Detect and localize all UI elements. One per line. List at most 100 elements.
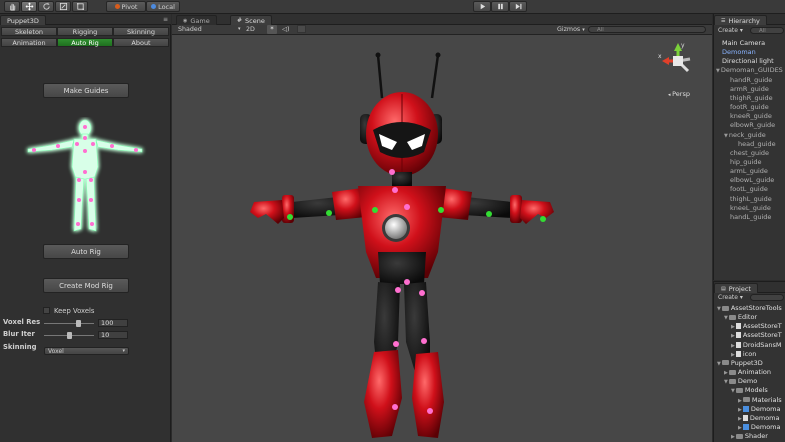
create-mod-rig-button[interactable]: Create Mod Rig [43, 278, 129, 293]
expand-arrow-icon[interactable]: ▶ [738, 407, 742, 413]
hierarchy-item[interactable]: kneeR_guide [730, 112, 772, 120]
expand-arrow-icon[interactable]: ▶ [731, 333, 735, 339]
scene-guide-chest[interactable] [404, 204, 410, 210]
hierarchy-item[interactable]: thighR_guide [730, 94, 773, 102]
hierarchy-item[interactable]: Directional light [722, 57, 774, 65]
mode-about[interactable]: About [113, 38, 169, 47]
scene-guide-elbow-l[interactable] [326, 210, 332, 216]
2d-toggle[interactable]: 2D [246, 26, 255, 33]
mode-auto-rig[interactable]: Auto Rig [57, 38, 113, 47]
scene-guide-knee-r[interactable] [421, 338, 427, 344]
hand-tool-button[interactable] [4, 1, 20, 12]
scene-guide-elbow-r[interactable] [486, 211, 492, 217]
expand-arrow-icon[interactable]: ▼ [717, 306, 721, 312]
mode-skinning[interactable]: Skinning [113, 27, 169, 36]
hierarchy-item[interactable]: elbowL_guide [730, 176, 774, 184]
hierarchy-item[interactable]: ▼Demoman_GUIDES [716, 66, 783, 74]
tab-project[interactable]: ▤ Project [714, 283, 758, 293]
keep-voxels-checkbox[interactable] [43, 307, 50, 314]
hierarchy-item[interactable]: head_guide [738, 140, 776, 148]
expand-arrow-icon[interactable]: ▶ [731, 352, 735, 358]
scene-search-input[interactable]: All [588, 26, 706, 33]
expand-arrow-icon[interactable]: ▶ [738, 416, 742, 422]
pivot-toggle[interactable]: Pivot [106, 1, 146, 12]
gizmo-center-cube[interactable] [673, 56, 683, 66]
orientation-gizmo[interactable]: y x [658, 41, 698, 81]
scene-guide-shoulder-r[interactable] [438, 207, 444, 213]
hierarchy-item[interactable]: thighL_guide [730, 195, 772, 203]
gizmos-dropdown[interactable]: Gizmos ▾ [557, 26, 585, 33]
project-create-button[interactable]: Create ▾ [718, 294, 743, 301]
scene-guide-foot-r[interactable] [427, 408, 433, 414]
hierarchy-item[interactable]: Main Camera [722, 39, 765, 47]
rect-tool-button[interactable] [72, 1, 88, 12]
project-item[interactable]: ▼ Puppet3D [717, 359, 763, 367]
hierarchy-create-button[interactable]: Create ▾ [718, 27, 743, 34]
expand-arrow-icon[interactable]: ▼ [716, 68, 720, 74]
auto-rig-button[interactable]: Auto Rig [43, 244, 129, 259]
scene-guide-shoulder-l[interactable] [372, 207, 378, 213]
expand-arrow-icon[interactable]: ▶ [731, 434, 735, 440]
project-item[interactable]: ▼ Models [731, 386, 768, 394]
play-button[interactable] [473, 1, 491, 12]
hierarchy-item[interactable]: handL_guide [730, 213, 771, 221]
move-tool-button[interactable] [21, 1, 37, 12]
make-guides-button[interactable]: Make Guides [43, 83, 129, 98]
mode-rigging[interactable]: Rigging [57, 27, 113, 36]
hierarchy-item[interactable]: elbowR_guide [730, 121, 775, 129]
panel-menu-icon[interactable]: ≡ [163, 16, 168, 23]
project-item[interactable]: ▶ AssetStoreT [731, 322, 782, 330]
scene-guide-knee-l[interactable] [393, 341, 399, 347]
audio-toggle-icon[interactable]: ◁) [282, 25, 290, 33]
scene-viewport[interactable]: y x ◂ Persp [172, 35, 712, 442]
shading-mode-dropdown[interactable]: Shaded ▾ [178, 26, 241, 33]
expand-arrow-icon[interactable]: ▶ [724, 370, 728, 376]
tab-hierarchy[interactable]: ☰ Hierarchy [714, 15, 767, 25]
hierarchy-item[interactable]: Demoman [722, 48, 756, 56]
scale-tool-button[interactable] [55, 1, 71, 12]
demoman-character[interactable] [232, 52, 592, 442]
rotate-tool-button[interactable] [38, 1, 54, 12]
lighting-toggle-icon[interactable]: ✶ [267, 25, 277, 34]
tab-game[interactable]: ◉ Game [176, 15, 217, 25]
expand-arrow-icon[interactable]: ▼ [724, 315, 728, 321]
scene-guide-neck[interactable] [392, 187, 398, 193]
hierarchy-item[interactable]: handR_guide [730, 76, 772, 84]
expand-arrow-icon[interactable]: ▶ [731, 343, 735, 349]
project-item[interactable]: ▶ Shader [731, 432, 768, 440]
effects-toggle-icon[interactable] [297, 25, 306, 33]
project-item[interactable]: ▶ Demoma [738, 405, 781, 413]
local-toggle[interactable]: Local [146, 1, 180, 12]
project-item[interactable]: ▶ Demoma [738, 414, 780, 422]
expand-arrow-icon[interactable]: ▶ [738, 398, 742, 404]
tab-puppet3d[interactable]: Puppet3D [0, 15, 46, 25]
project-item[interactable]: ▼ Demo [724, 377, 757, 385]
project-search-input[interactable] [750, 294, 784, 301]
mode-animation[interactable]: Animation [1, 38, 57, 47]
scene-guide-foot-l[interactable] [392, 404, 398, 410]
hierarchy-item[interactable]: footL_guide [730, 185, 768, 193]
project-item[interactable]: ▶ Demoma [738, 423, 781, 431]
scene-guide-head[interactable] [389, 169, 395, 175]
scene-guide-hip[interactable] [404, 279, 410, 285]
project-item[interactable]: ▶ DroidSansM [731, 341, 782, 349]
hierarchy-item[interactable]: kneeL_guide [730, 204, 771, 212]
scene-guide-hand-l[interactable] [287, 214, 293, 220]
expand-arrow-icon[interactable]: ▶ [738, 425, 742, 431]
skinning-dropdown[interactable]: Voxel ▾ [44, 347, 129, 355]
mode-skeleton[interactable]: Skeleton [1, 27, 57, 36]
scene-guide-thigh-r[interactable] [419, 290, 425, 296]
expand-arrow-icon[interactable]: ▼ [717, 361, 721, 367]
hierarchy-item[interactable]: armR_guide [730, 85, 769, 93]
blur-iter-slider[interactable] [44, 332, 94, 339]
project-item[interactable]: ▼ Editor [724, 313, 757, 321]
scene-guide-thigh-l[interactable] [395, 287, 401, 293]
hierarchy-item[interactable]: ▼neck_guide [724, 131, 766, 139]
project-item[interactable]: ▶ AssetStoreT [731, 331, 782, 339]
expand-arrow-icon[interactable]: ▼ [731, 388, 735, 394]
pause-button[interactable] [491, 1, 509, 12]
hierarchy-item[interactable]: hip_guide [730, 158, 761, 166]
hierarchy-item[interactable]: chest_guide [730, 149, 769, 157]
voxel-res-field[interactable]: 100 [98, 319, 128, 327]
expand-arrow-icon[interactable]: ▶ [731, 324, 735, 330]
